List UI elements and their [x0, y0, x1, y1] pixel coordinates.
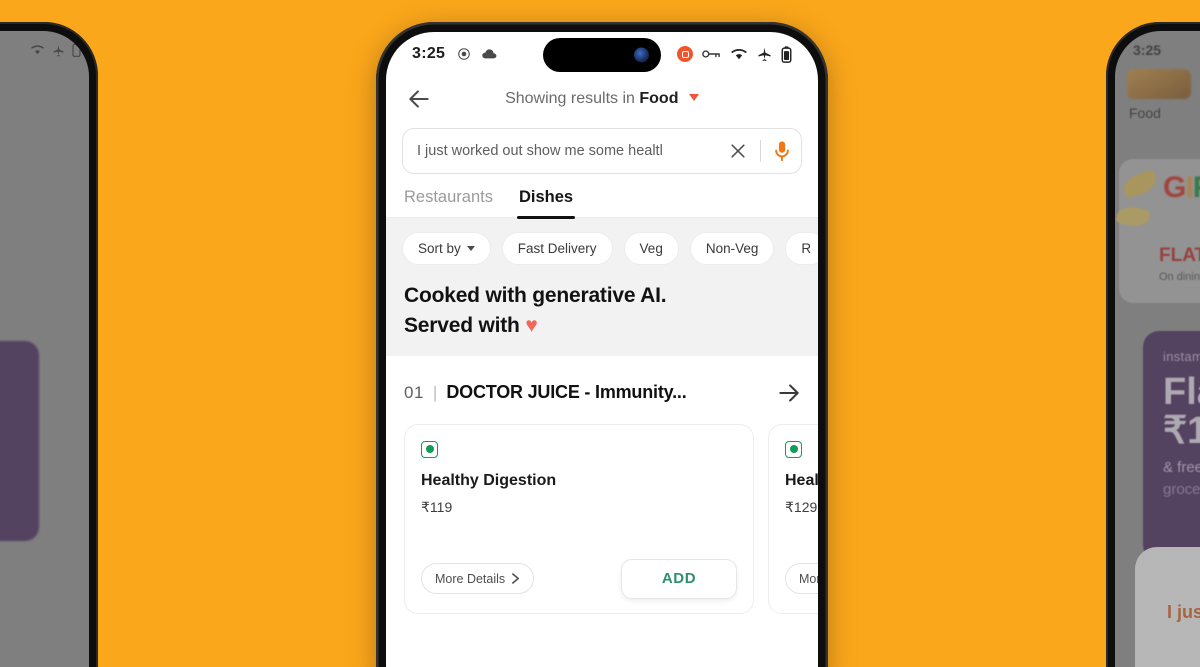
right-gift-text: GIF	[1163, 171, 1200, 205]
dish-card[interactable]: Healthy Detox ₹129 More Details ADD	[768, 423, 818, 614]
chip-sort-by[interactable]: Sort by	[402, 232, 491, 265]
more-details-button[interactable]: More Details	[785, 563, 818, 595]
left-status-bar	[30, 43, 81, 57]
result-separator: |	[432, 382, 438, 402]
front-camera-icon	[634, 47, 649, 63]
instamart-brand: instam	[1163, 349, 1200, 364]
left-phone-frame: Genie K DEALS	[0, 22, 98, 667]
ai-headline-served: Served with	[404, 314, 520, 338]
tab-restaurants[interactable]: Restaurants	[404, 188, 493, 217]
veg-indicator-icon	[421, 440, 438, 458]
screen-record-icon	[677, 46, 693, 62]
right-flat-subtitle: On dining o	[1159, 271, 1200, 283]
veg-indicator-icon	[785, 440, 802, 458]
instamart-free-line: & free	[1163, 459, 1200, 476]
ai-headline-line-one: Cooked with generative AI.	[404, 284, 667, 307]
microphone-icon[interactable]	[773, 140, 791, 162]
right-food-image	[1127, 69, 1191, 99]
left-purple-card	[0, 341, 39, 541]
right-phone-frame: 3:25 Food GIF FLAT 50 On dining o instam…	[1106, 22, 1200, 667]
airplane-mode-icon	[758, 47, 771, 62]
status-right-icons	[677, 45, 792, 63]
close-icon[interactable]	[728, 141, 748, 161]
result-restaurant-title: DOCTOR JUICE - Immunity...	[446, 382, 687, 403]
status-left-icons	[457, 47, 499, 61]
airplane-mode-icon	[53, 44, 64, 56]
result-tabs: Restaurants Dishes	[386, 174, 818, 219]
center-phone-frame: 3:25 Showing results in Food I just work…	[376, 22, 828, 667]
dish-card-footer: More Details ADD	[421, 533, 737, 599]
chip-veg[interactable]: Veg	[623, 232, 679, 265]
location-icon	[458, 48, 471, 60]
result-header[interactable]: 01 | DOCTOR JUICE - Immunity...	[386, 380, 818, 406]
instamart-amount: ₹10	[1163, 409, 1200, 452]
right-food-label: Food	[1129, 105, 1161, 121]
gift-letter-g: G	[1163, 171, 1186, 204]
heart-icon: ♥	[525, 314, 538, 338]
results-panel: 01 | DOCTOR JUICE - Immunity... Healthy …	[386, 357, 818, 667]
chip-sort-by-label: Sort by	[418, 241, 461, 256]
ai-headline-line-two: Served with ♥	[404, 311, 818, 341]
gift-letter-f: F	[1193, 171, 1200, 204]
search-divider	[760, 140, 761, 162]
right-sheet-query-text: I jus	[1167, 602, 1200, 622]
wifi-icon	[731, 48, 747, 60]
right-phone-screen: 3:25 Food GIF FLAT 50 On dining o instam…	[1115, 31, 1200, 667]
arrow-right-icon[interactable]	[776, 380, 802, 406]
more-details-button[interactable]: More Details	[421, 563, 535, 595]
gift-letter-i: I	[1185, 171, 1193, 204]
chip-non-veg[interactable]: Non-Veg	[689, 232, 775, 265]
dish-card-list: Healthy Digestion ₹119 More Details ADD	[386, 406, 818, 614]
ai-headline-block: Cooked with generative AI. Served with ♥	[386, 279, 818, 356]
search-input[interactable]: I just worked out show me some healtl	[417, 143, 728, 159]
tab-dishes[interactable]: Dishes	[516, 188, 576, 219]
filter-chip-row: Sort by Fast Delivery Veg Non-Veg R	[386, 218, 818, 279]
search-bar[interactable]: I just worked out show me some healtl	[402, 128, 802, 174]
header-title[interactable]: Showing results in Food	[386, 90, 818, 108]
left-phone-screen: Genie K DEALS	[0, 31, 89, 667]
search-section: I just worked out show me some healtl	[386, 122, 818, 174]
instamart-flat-word: Fla	[1163, 371, 1200, 413]
add-button[interactable]: ADD	[621, 558, 737, 599]
cloud-icon	[482, 48, 497, 58]
dish-price: ₹129	[785, 498, 818, 515]
dish-name: Healthy Digestion	[421, 471, 557, 489]
dynamic-island	[543, 38, 661, 72]
vpn-key-icon	[702, 50, 720, 58]
header-title-prefix: Showing results in	[505, 90, 635, 107]
right-bottom-sheet: I jus	[1135, 547, 1200, 667]
header-title-category: Food	[639, 90, 679, 107]
chevron-down-icon	[466, 246, 475, 251]
chip-rating[interactable]: R	[785, 232, 818, 265]
dish-card-footer: More Details ADD	[785, 533, 818, 599]
chip-fast-delivery[interactable]: Fast Delivery	[501, 232, 613, 265]
dish-name: Healthy Detox	[785, 471, 818, 489]
app-header: Showing results in Food	[386, 76, 818, 122]
chevron-right-icon	[512, 573, 520, 585]
battery-icon	[72, 43, 81, 57]
instamart-flat-label: Fla ₹10	[1163, 373, 1200, 451]
status-time: 3:25	[412, 45, 446, 62]
more-details-label: More Details	[435, 571, 506, 586]
more-details-label: More Details	[799, 571, 818, 586]
result-index: 01	[404, 382, 424, 402]
back-arrow-icon[interactable]	[406, 86, 432, 112]
instamart-grocery-line: grocer	[1163, 481, 1200, 498]
right-flat-offer: FLAT 50	[1159, 245, 1200, 266]
dish-price: ₹119	[421, 498, 453, 515]
center-phone-screen: 3:25 Showing results in Food I just work…	[386, 32, 818, 667]
wifi-icon	[31, 45, 44, 55]
right-status-time: 3:25	[1133, 42, 1162, 58]
battery-icon	[781, 45, 792, 63]
status-bar: 3:25	[386, 32, 818, 76]
caret-down-icon[interactable]	[688, 94, 699, 101]
dish-card[interactable]: Healthy Digestion ₹119 More Details ADD	[404, 423, 754, 614]
right-instamart-card: instam Fla ₹10 & free grocer	[1143, 331, 1200, 561]
